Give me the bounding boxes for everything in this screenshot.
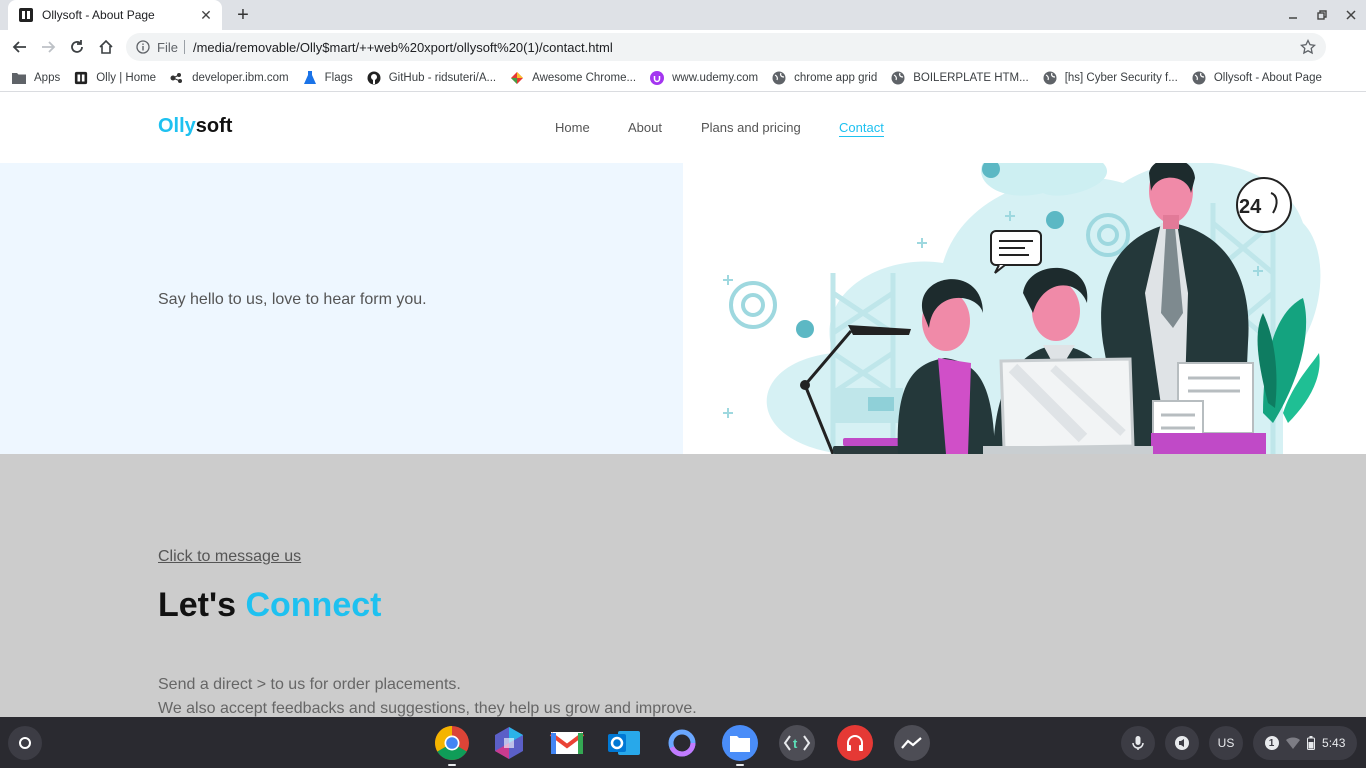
bookmark-label: Flags — [324, 71, 353, 84]
logo-text: soft — [195, 115, 233, 137]
site-logo[interactable]: Ollysoft — [158, 115, 232, 138]
tab-strip: Ollysoft - About Page ✕ + — [0, 0, 1366, 30]
bookmark-chrome-app-grid[interactable]: chrome app grid — [772, 71, 877, 85]
system-status-area[interactable]: 1 5:43 — [1253, 726, 1357, 760]
bookmark-ibm-developer[interactable]: developer.ibm.com — [170, 71, 289, 85]
olly-favicon — [19, 8, 33, 22]
globe-icon — [1043, 71, 1057, 85]
globe-icon — [891, 71, 905, 85]
headphones-app-icon[interactable] — [837, 725, 873, 761]
bookmark-label: [hs] Cyber Security f... — [1064, 71, 1178, 84]
github-icon — [367, 71, 381, 85]
ibm-developer-icon — [170, 71, 184, 85]
os-shelf: t US 1 5:43 — [0, 717, 1366, 768]
hero-illustration: 24 — [683, 158, 1366, 455]
minimize-icon[interactable] — [1282, 4, 1304, 26]
gmail-icon[interactable] — [549, 725, 585, 761]
bookmark-ollysoft-about[interactable]: Ollysoft - About Page — [1192, 71, 1322, 85]
connect-heading-accent: Connect — [245, 586, 382, 624]
connect-line-2: We also accept feedbacks and suggestions… — [158, 700, 697, 717]
analytics-app-icon[interactable] — [894, 725, 930, 761]
circle-app-icon[interactable] — [664, 725, 700, 761]
bookmark-label: Apps — [34, 71, 61, 84]
connect-heading-plain: Let's — [158, 586, 236, 624]
browser-tab[interactable]: Ollysoft - About Page ✕ — [8, 0, 222, 30]
bookmark-label: GitHub - ridsuteri/A... — [388, 71, 497, 84]
bookmark-cyber-security[interactable]: [hs] Cyber Security f... — [1043, 71, 1178, 85]
hero-section: Say hello to us, love to hear form you. — [0, 158, 1366, 455]
bookmark-boilerplate[interactable]: BOILERPLATE HTM... — [891, 71, 1029, 85]
outlook-icon[interactable] — [606, 725, 642, 761]
web-page: Ollysoft Home About Plans and pricing Co… — [0, 93, 1366, 717]
address-bar[interactable]: File /media/removable/Olly$mart/++web%20… — [126, 33, 1326, 61]
tab-title: Ollysoft - About Page — [42, 8, 155, 22]
logo-accent-text: Olly — [158, 115, 196, 137]
bookmark-label: Olly | Home — [96, 71, 157, 84]
bookmarks-bar: Apps Olly | Home developer.ibm.com Flags… — [0, 64, 1366, 92]
bookmark-apps[interactable]: Apps — [12, 71, 60, 85]
support-24-badge: 24 — [1239, 196, 1262, 218]
notification-badge: 1 — [1264, 736, 1279, 750]
chrome-running-indicator — [448, 764, 456, 766]
select-to-speak-icon[interactable] — [1165, 726, 1199, 760]
connect-section: Click to message us Let's Connect Send a… — [0, 454, 1366, 717]
olly-favicon — [74, 71, 88, 85]
bookmark-flags[interactable]: Flags — [303, 70, 353, 85]
connect-line-1: Send a direct > to us for order placemen… — [158, 676, 461, 693]
new-tab-icon[interactable]: + — [232, 4, 254, 26]
nav-contact[interactable]: Contact — [839, 120, 884, 137]
close-tab-icon[interactable]: ✕ — [198, 7, 214, 23]
bookmark-github[interactable]: GitHub - ridsuteri/A... — [367, 71, 496, 85]
url-scheme: File — [157, 39, 178, 55]
files-running-indicator — [736, 764, 744, 766]
nav-plans-and-pricing[interactable]: Plans and pricing — [701, 120, 801, 135]
restore-icon[interactable] — [1311, 4, 1333, 26]
bookmark-label: Ollysoft - About Page — [1213, 71, 1322, 84]
globe-icon — [1192, 71, 1206, 85]
globe-icon — [772, 71, 786, 85]
url-text[interactable]: /media/removable/Olly$mart/++web%20xport… — [193, 40, 613, 55]
bookmark-label: Awesome Chrome... — [532, 71, 637, 84]
reload-icon[interactable] — [65, 35, 89, 59]
close-window-icon[interactable] — [1340, 4, 1362, 26]
message-us-link[interactable]: Click to message us — [158, 548, 301, 566]
udemy-icon — [650, 70, 665, 85]
bookmark-label: chrome app grid — [794, 71, 878, 84]
battery-icon — [1306, 736, 1315, 750]
text-editor-icon[interactable]: t — [779, 725, 815, 761]
site-header: Ollysoft Home About Plans and pricing Co… — [0, 93, 1366, 163]
clock: 5:43 — [1322, 736, 1346, 750]
microphone-icon[interactable] — [1121, 726, 1155, 760]
back-icon[interactable] — [8, 35, 32, 59]
bookmark-olly-home[interactable]: Olly | Home — [74, 71, 156, 85]
bookmark-label: developer.ibm.com — [192, 71, 289, 84]
launcher-icon[interactable] — [8, 726, 42, 760]
bookmark-udemy[interactable]: www.udemy.com — [650, 70, 759, 85]
flask-icon — [303, 70, 317, 85]
apps-folder-icon — [12, 71, 26, 85]
connect-description: Send a direct > to us for order placemen… — [158, 673, 697, 717]
browser-toolbar: File /media/removable/Olly$mart/++web%20… — [0, 30, 1366, 84]
url-separator — [183, 40, 185, 54]
nav-about[interactable]: About — [628, 120, 662, 135]
bookmark-label: www.udemy.com — [672, 71, 759, 84]
home-icon[interactable] — [94, 35, 118, 59]
hero-tagline: Say hello to us, love to hear form you. — [158, 291, 427, 308]
nav-home[interactable]: Home — [555, 120, 590, 135]
awesome-chrome-icon — [510, 71, 524, 85]
chrome-icon[interactable] — [434, 725, 470, 761]
hero-text-panel: Say hello to us, love to hear form you. — [0, 163, 683, 454]
svg-text:t: t — [793, 736, 798, 751]
connect-heading: Let's Connect — [158, 586, 381, 625]
bookmark-star-icon[interactable] — [1300, 39, 1316, 55]
files-icon[interactable] — [722, 725, 758, 761]
microsoft-365-icon[interactable] — [491, 725, 527, 761]
wifi-icon — [1285, 737, 1300, 749]
forward-icon[interactable] — [36, 35, 60, 59]
info-icon[interactable] — [136, 40, 150, 54]
keyboard-layout-indicator[interactable]: US — [1209, 726, 1243, 760]
bookmark-label: BOILERPLATE HTM... — [913, 71, 1029, 84]
bookmark-awesome-chrome[interactable]: Awesome Chrome... — [510, 71, 636, 85]
